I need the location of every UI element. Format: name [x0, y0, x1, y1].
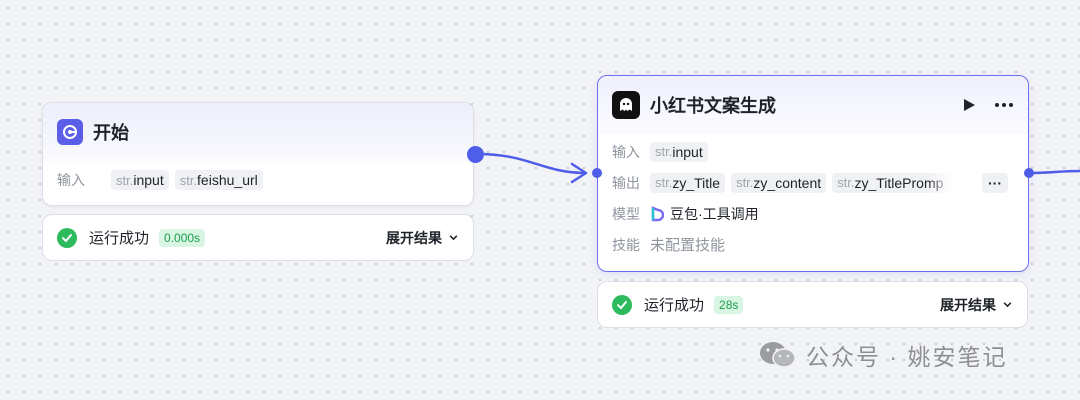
skill-value: 未配置技能 — [650, 237, 726, 254]
param-name: input — [672, 143, 703, 160]
expand-result-button[interactable]: 展开结果 — [386, 228, 459, 248]
chevron-down-icon — [449, 235, 458, 241]
param-type: str. — [837, 175, 855, 190]
status-text: 运行成功 — [89, 230, 150, 247]
llm-skill-row: 技能 未配置技能 — [598, 229, 1028, 260]
start-output-port[interactable] — [467, 146, 484, 163]
llm-node-header: 小红书文案生成 — [598, 76, 1028, 134]
llm-node[interactable]: 小红书文案生成 输入 str. input 输出 str. zy_Title s… — [597, 75, 1029, 272]
llm-input-row: 输入 str. input — [598, 136, 1028, 167]
param-type: str. — [655, 175, 673, 190]
expand-result-label: 展开结果 — [386, 229, 442, 246]
start-input-row: 输入 str. input str. feishu_url — [43, 161, 473, 199]
param-type: str. — [116, 172, 134, 188]
run-node-button[interactable] — [962, 98, 976, 112]
param-type: str. — [736, 175, 754, 190]
param-type: str. — [179, 172, 198, 188]
param-type: str. — [655, 144, 673, 159]
model-value: 豆包·工具调用 — [670, 205, 759, 222]
more-options-button[interactable] — [994, 102, 1014, 108]
run-time-badge: 28s — [714, 295, 744, 314]
input-param-tag: str. feishu_url — [174, 170, 263, 190]
start-node[interactable]: 开始 输入 str. input str. feishu_url — [42, 102, 474, 206]
model-label: 模型 — [612, 205, 640, 222]
param-name: zy_Title — [672, 174, 721, 191]
run-time-badge: 0.000s — [159, 228, 206, 247]
doubao-model-icon — [650, 205, 664, 222]
param-name: zy_content — [753, 174, 822, 191]
more-outputs-button[interactable]: ··· — [982, 172, 1008, 193]
input-param-tag: str. input — [111, 170, 169, 190]
input-label: 输入 — [612, 143, 640, 160]
llm-node-title: 小红书文案生成 — [650, 96, 776, 116]
wechat-icon — [760, 342, 796, 368]
ghost-bot-icon — [612, 91, 640, 119]
success-check-icon — [57, 227, 77, 248]
expand-result-label: 展开结果 — [940, 296, 996, 313]
start-run-status: 运行成功 0.000s 展开结果 — [42, 214, 474, 261]
output-param-tag: str. zy_Title — [650, 172, 726, 193]
success-check-icon — [612, 294, 632, 315]
start-node-header: 开始 — [43, 103, 473, 161]
llm-model-row: 模型 豆包·工具调用 — [598, 198, 1028, 229]
start-node-title: 开始 — [93, 123, 129, 143]
output-label: 输出 — [612, 174, 640, 191]
skill-label: 技能 — [612, 236, 640, 253]
param-name: zy_TitlePromp — [854, 174, 944, 191]
output-param-tag: str. zy_content — [731, 172, 827, 193]
llm-input-port[interactable] — [592, 168, 602, 178]
param-name: feishu_url — [197, 172, 258, 188]
input-label: 输入 — [57, 172, 85, 188]
more-outputs-label: ··· — [988, 174, 1002, 191]
llm-run-status: 运行成功 28s 展开结果 — [597, 281, 1028, 328]
more-horizontal-icon — [995, 103, 1013, 107]
output-param-tag: str. zy_TitlePromp — [832, 172, 953, 193]
chevron-down-icon — [1003, 302, 1012, 308]
llm-output-row: 输出 str. zy_Title str. zy_content str. zy… — [598, 167, 1028, 198]
watermark-text: 公众号 · 姚安笔记 — [806, 344, 1008, 370]
status-text: 运行成功 — [644, 297, 705, 314]
input-param-tag: str. input — [650, 141, 708, 162]
llm-output-port[interactable] — [1024, 168, 1034, 178]
param-name: input — [133, 172, 164, 188]
watermark: 公众号 · 姚安笔记 — [758, 338, 1007, 372]
start-node-icon — [57, 119, 83, 145]
expand-result-button[interactable]: 展开结果 — [940, 295, 1013, 315]
play-icon — [964, 99, 975, 111]
